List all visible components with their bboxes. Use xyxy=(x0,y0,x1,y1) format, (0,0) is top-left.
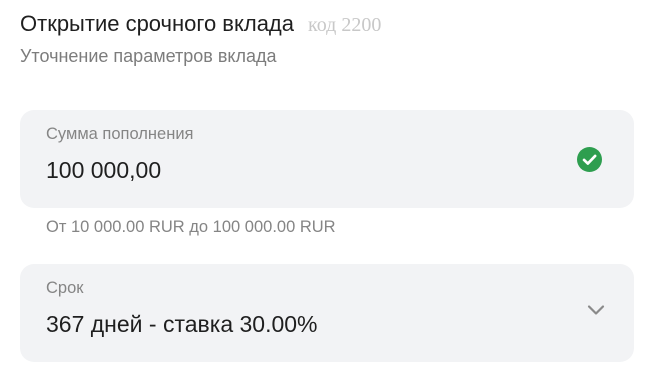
amount-range-hint: От 10 000.00 RUR до 100 000.00 RUR xyxy=(46,218,336,236)
page-title: Открытие срочного вклада xyxy=(20,11,295,36)
deposit-code: код 2200 xyxy=(308,14,382,36)
title-row: Открытие срочного вклада код 2200 xyxy=(20,8,633,40)
check-circle-icon xyxy=(577,147,602,172)
amount-field-value[interactable]: 100 000,00 xyxy=(46,155,161,185)
amount-field-label: Сумма пополнения xyxy=(46,125,194,143)
amount-input-field[interactable]: Сумма пополнения 100 000,00 xyxy=(20,110,634,208)
term-field-value[interactable]: 367 дней - ставка 30.00% xyxy=(46,309,318,339)
page-subtitle: Уточнение параметров вклада xyxy=(20,46,277,66)
chevron-down-icon[interactable] xyxy=(586,300,606,320)
page-header: Открытие срочного вклада код 2200 Уточне… xyxy=(20,8,633,69)
term-select-field[interactable]: Срок 367 дней - ставка 30.00% xyxy=(20,264,634,362)
term-field-label: Срок xyxy=(46,279,84,297)
